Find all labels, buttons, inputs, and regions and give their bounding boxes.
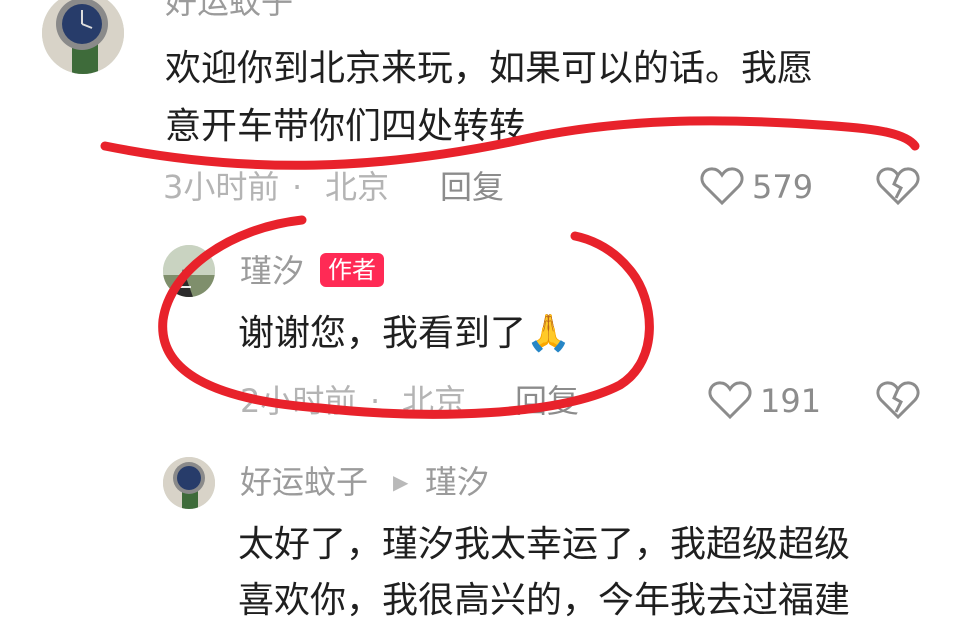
avatar[interactable]: [42, 0, 124, 74]
author-badge: 作者: [320, 253, 384, 287]
comment-location: 北京: [402, 382, 467, 420]
meta-separator: ·: [292, 168, 303, 206]
comment-username[interactable]: 好运蚊子: [240, 462, 368, 502]
triangle-right-icon: ▶: [393, 470, 409, 494]
meta-separator: ·: [370, 382, 381, 420]
heart-outline-icon[interactable]: [708, 380, 752, 420]
watch-avatar-icon: [163, 457, 215, 509]
avatar[interactable]: [163, 245, 215, 297]
heart-outline-icon[interactable]: [700, 166, 744, 206]
comment-text-line: 喜欢你，我很高兴的，今年我去过福建: [238, 580, 851, 621]
like-count: 579: [752, 168, 814, 206]
author-avatar-icon: [163, 245, 215, 297]
comment-location: 北京: [325, 168, 390, 206]
reply-button[interactable]: 回复: [440, 167, 504, 207]
comment-username[interactable]: 好运蚊子: [165, 0, 293, 22]
comment-text-content: 谢谢您，我看到了: [238, 313, 527, 354]
broken-heart-icon[interactable]: [876, 166, 920, 206]
comment-time: 3小时前: [163, 168, 280, 206]
comment-text-line: 意开车带你们四处转转: [165, 106, 526, 147]
comment-text-line: 太好了，瑾汐我太幸运了，我超级超级: [238, 524, 851, 565]
broken-heart-icon[interactable]: [876, 380, 920, 420]
comment-time: 2小时前: [240, 382, 357, 420]
avatar[interactable]: [163, 457, 215, 509]
comment-text: 谢谢您，我看到了🙏: [238, 305, 571, 363]
comment-text-line: 欢迎你到北京来玩，如果可以的话。我愿: [165, 48, 814, 89]
like-count: 191: [760, 382, 822, 420]
reply-to-username[interactable]: 瑾汐: [425, 462, 489, 502]
reply-button[interactable]: 回复: [515, 381, 579, 421]
praying-hands-emoji: 🙏: [526, 313, 571, 354]
watch-avatar-icon: [42, 0, 124, 74]
comment-username[interactable]: 瑾汐: [240, 251, 304, 291]
